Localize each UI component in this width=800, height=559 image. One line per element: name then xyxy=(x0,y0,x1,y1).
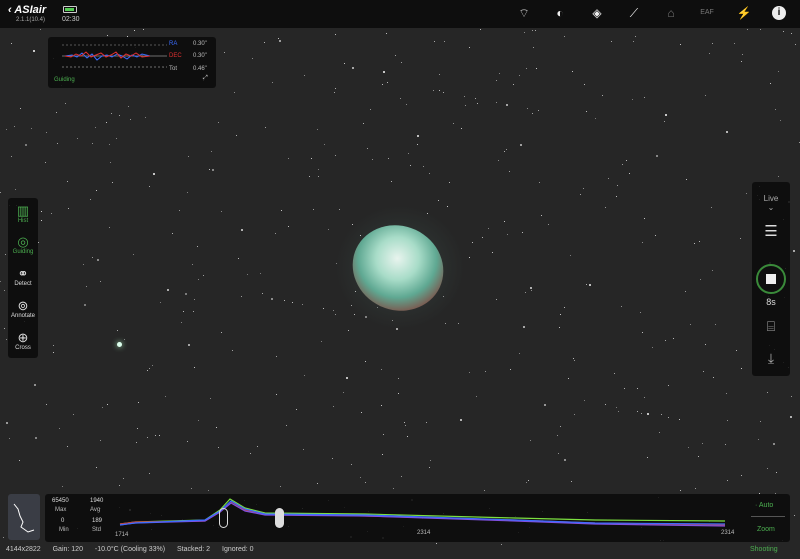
sky-thumbnail[interactable] xyxy=(8,494,40,540)
storage-icon[interactable]: ◐ xyxy=(552,6,568,20)
x-left-label: 1714 xyxy=(115,532,129,538)
guiding-status: Guiding xyxy=(54,77,75,83)
wifi-icon[interactable]: ⌔ xyxy=(516,6,532,20)
brand-logo: ASIair xyxy=(14,4,47,16)
exposure-time: 8s xyxy=(766,297,776,307)
avg-label: Avg xyxy=(90,507,101,513)
guiding-graph xyxy=(62,44,167,68)
time: 02:30 xyxy=(62,16,80,23)
tot-label: Tot xyxy=(169,66,178,72)
temperature: -10.0°C (Cooling 33%) xyxy=(94,546,166,553)
stacked-count: Stacked: 2 xyxy=(176,546,211,553)
guiding-icon: ◎ xyxy=(17,234,29,249)
constellation-icon xyxy=(13,503,35,533)
max-value: 65450 xyxy=(52,498,69,504)
stop-button[interactable] xyxy=(752,264,790,294)
status-bar: 4144x2822 Gain: 120 -10.0°C (Cooling 33%… xyxy=(6,546,264,553)
back-button[interactable]: ‹ ASIair xyxy=(8,4,46,16)
telescope-icon[interactable]: ⟋ xyxy=(626,6,642,20)
info-icon[interactable]: i xyxy=(772,6,786,20)
clean-icon[interactable]: ⌸ xyxy=(752,318,790,335)
max-label: Max xyxy=(55,507,67,513)
list-icon[interactable]: ☰ xyxy=(752,222,790,240)
histogram-icon: ▥ xyxy=(16,203,30,218)
battery-icon xyxy=(63,6,77,13)
annotate-tool[interactable]: ⊚ Annotate xyxy=(8,298,38,319)
tot-value: 0.46" xyxy=(193,66,207,72)
histogram-panel: 65450 Max 1940 Avg 0 Min 189 Std 1714 23… xyxy=(45,494,790,542)
resolution: 4144x2822 xyxy=(6,546,41,553)
observatory-icon[interactable]: ⌂ xyxy=(663,6,679,20)
black-point-slider[interactable] xyxy=(219,508,228,528)
annotate-icon: ⊚ xyxy=(17,298,29,313)
focus-target-icon[interactable]: ◈ xyxy=(589,6,605,20)
ra-value: 0.30" xyxy=(193,41,207,47)
cross-tool[interactable]: ⊕ Cross xyxy=(8,330,38,351)
std-value: 189 xyxy=(92,518,103,524)
divider xyxy=(751,516,785,517)
ignored-count: Ignored: 0 xyxy=(222,546,254,553)
guiding-tool[interactable]: ◎ Guiding xyxy=(8,234,38,255)
crosshair-icon: ⊕ xyxy=(17,330,29,345)
expand-icon[interactable]: ⤢ xyxy=(203,75,208,82)
auto-button[interactable]: · Auto xyxy=(755,502,773,509)
gain: Gain: 120 xyxy=(52,546,83,553)
min-value: 0 xyxy=(61,518,65,524)
shooting-status: Shooting xyxy=(750,546,778,553)
mode-selector[interactable]: Live ⌄ xyxy=(752,194,790,212)
x-mid-label: 2314 xyxy=(417,530,431,536)
dec-label: DEC xyxy=(169,53,182,59)
version: 2.1.1(10.4) xyxy=(16,17,46,23)
min-label: Min xyxy=(59,527,69,533)
guiding-graph-panel[interactable]: RA 0.30" DEC 0.30" Tot 0.46" Guiding ⤢ xyxy=(48,37,216,88)
detect-tool[interactable]: ⚭ Detect xyxy=(8,266,38,287)
x-right-label: 2314 xyxy=(721,530,735,536)
detect-icon: ⚭ xyxy=(17,266,29,281)
dec-value: 0.30" xyxy=(193,53,207,59)
std-label: Std xyxy=(92,527,102,533)
save-icon[interactable]: ⤓ xyxy=(752,350,790,367)
white-point-slider[interactable] xyxy=(275,508,284,528)
eaf-icon[interactable]: EAF xyxy=(699,6,715,20)
zoom-button[interactable]: Zoom xyxy=(757,526,775,533)
ra-label: RA xyxy=(169,41,178,47)
top-bar: ‹ ASIair 2.1.1(10.4) 02:30 ⌔ ◐ ◈ ⟋ ⌂ EAF… xyxy=(0,0,800,28)
usb-power-icon[interactable]: ⚡ xyxy=(736,6,752,20)
avg-value: 1940 xyxy=(90,498,104,504)
hist-tool[interactable]: ▥ Hist xyxy=(8,203,38,224)
